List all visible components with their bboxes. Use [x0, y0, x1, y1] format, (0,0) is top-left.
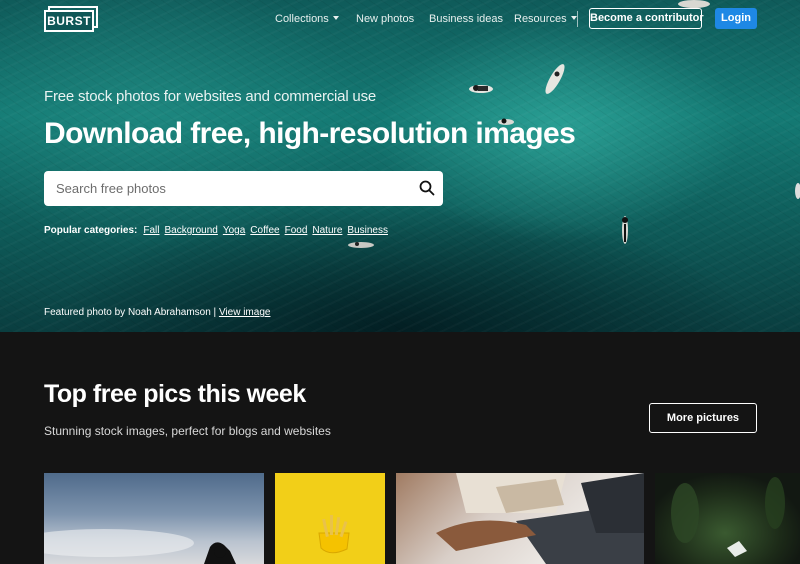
surfboard-image [795, 183, 800, 199]
plant-photo [671, 477, 785, 557]
popular-categories-label: Popular categories: [44, 225, 138, 236]
category-link-fall[interactable]: Fall [143, 225, 159, 236]
logo-text: BURST [44, 10, 94, 32]
category-link-background[interactable]: Background [164, 225, 217, 236]
nav-resources-label: Resources [514, 13, 567, 25]
surfboard-image [545, 64, 565, 94]
login-button[interactable]: Login [715, 8, 757, 29]
chevron-down-icon [570, 16, 577, 20]
section-title: Top free pics this week [44, 380, 306, 408]
photo-thumbnail-silhouette[interactable] [44, 473, 264, 564]
popular-categories: Popular categories: Fall Background Yoga Cof… [44, 225, 393, 237]
category-link-coffee[interactable]: Coffee [250, 225, 279, 236]
nav-collections-label: Collections [275, 13, 329, 25]
surfboard-image [348, 242, 374, 248]
hero-title: Download free, high-resolution images [44, 117, 576, 150]
chevron-down-icon [332, 16, 339, 20]
swimmer-image [622, 216, 628, 244]
search-input[interactable] [56, 171, 406, 206]
swimmer-image [469, 85, 493, 93]
nav-divider [577, 11, 578, 27]
category-link-yoga[interactable]: Yoga [223, 225, 245, 236]
nav-collections[interactable]: Collections [275, 12, 339, 26]
hero-subtitle: Free stock photos for websites and comme… [44, 88, 377, 105]
section-subtitle: Stunning stock images, perfect for blogs… [44, 424, 331, 438]
pencils-photo [318, 515, 350, 554]
photo-credit-text: Featured photo by Noah Abrahamson | [44, 307, 219, 318]
photo-thumbnail-plant[interactable] [655, 473, 800, 564]
ocean-texture [0, 0, 800, 332]
burst-logo[interactable]: BURST [44, 6, 98, 32]
photo-thumbnail-pencils[interactable] [275, 473, 385, 564]
nav-resources[interactable]: Resources [514, 12, 577, 26]
nav-business-ideas[interactable]: Business ideas [429, 12, 503, 26]
hero-section: BURST Collections New photos Business id… [0, 0, 800, 332]
silhouette-photo [44, 529, 236, 564]
photo-thumbnail-laptop[interactable] [396, 473, 644, 564]
category-link-nature[interactable]: Nature [312, 225, 342, 236]
laptop-photo [436, 473, 644, 564]
more-pictures-button[interactable]: More pictures [649, 403, 757, 433]
view-image-link[interactable]: View image [219, 307, 271, 318]
category-link-business[interactable]: Business [347, 225, 388, 236]
photo-credit: Featured photo by Noah Abrahamson | View… [44, 307, 270, 319]
nav-new-photos[interactable]: New photos [356, 12, 414, 26]
search-icon[interactable] [419, 180, 435, 196]
category-link-food[interactable]: Food [285, 225, 308, 236]
search-bar[interactable] [44, 171, 443, 206]
become-contributor-button[interactable]: Become a contributor [589, 8, 704, 29]
